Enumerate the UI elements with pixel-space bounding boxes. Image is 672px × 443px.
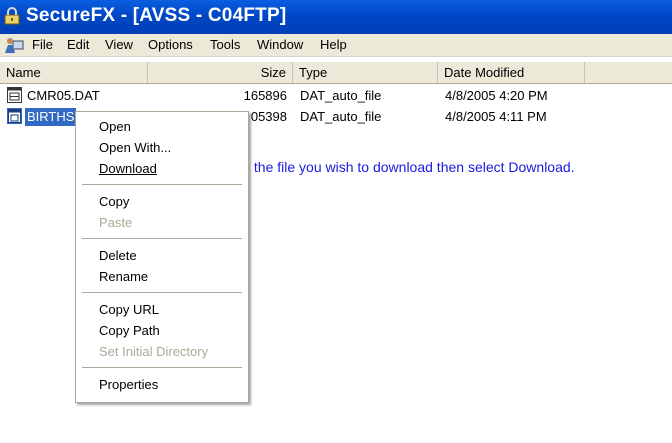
file-size: 165896 <box>243 88 287 103</box>
column-header-name[interactable]: Name <box>0 62 148 83</box>
column-header-row: Name Size Type Date Modified <box>0 61 672 84</box>
menu-bar: File Edit View Options Tools Window Help <box>0 34 672 57</box>
column-header-size[interactable]: Size <box>148 62 293 83</box>
menu-item-rename[interactable]: Rename <box>99 269 148 284</box>
menu-options[interactable]: Options <box>148 37 193 52</box>
user-computer-icon[interactable] <box>4 36 24 54</box>
menu-separator <box>82 184 242 185</box>
column-header-type[interactable]: Type <box>293 62 438 83</box>
dat-file-icon <box>7 108 22 124</box>
menu-item-paste: Paste <box>99 215 133 230</box>
menu-item-open-with[interactable]: Open With... <box>99 140 171 155</box>
menu-edit[interactable]: Edit <box>67 37 89 52</box>
file-type: DAT_auto_file <box>300 88 382 103</box>
dat-file-icon <box>7 87 22 103</box>
menu-file[interactable]: File <box>32 37 53 52</box>
table-row[interactable]: CMR05.DAT 165896 DAT_auto_file 4/8/2005 … <box>0 86 672 106</box>
menu-item-open[interactable]: Open <box>99 119 131 134</box>
file-name: CMR05.DAT <box>27 88 100 103</box>
file-date-modified: 4/8/2005 4:20 PM <box>445 88 548 103</box>
menu-item-copy-url[interactable]: Copy URL <box>99 302 159 317</box>
window-title: SecureFX - [AVSS - C04FTP] <box>26 5 287 26</box>
menu-view[interactable]: View <box>105 37 133 52</box>
context-menu: Open Open With... Download Copy Paste De… <box>75 111 249 403</box>
menu-item-download[interactable]: Download <box>99 161 157 176</box>
menu-separator <box>82 367 242 368</box>
column-header-filler <box>585 62 672 83</box>
securefx-app-icon <box>4 7 20 25</box>
menu-item-set-initial-directory: Set Initial Directory <box>99 344 209 359</box>
menu-item-properties[interactable]: Properties <box>99 377 158 392</box>
menu-item-copy[interactable]: Copy <box>99 194 129 209</box>
menu-separator <box>82 238 242 239</box>
menu-tools[interactable]: Tools <box>210 37 240 52</box>
file-name-selected: BIRTHS <box>25 108 77 126</box>
file-date-modified: 4/8/2005 4:11 PM <box>445 109 547 124</box>
file-type: DAT_auto_file <box>300 109 382 124</box>
title-bar: SecureFX - [AVSS - C04FTP] <box>0 0 672 34</box>
menu-help[interactable]: Help <box>320 37 347 52</box>
menu-item-copy-path[interactable]: Copy Path <box>99 323 160 338</box>
menu-item-delete[interactable]: Delete <box>99 248 137 263</box>
menu-window[interactable]: Window <box>257 37 303 52</box>
column-header-date-modified[interactable]: Date Modified <box>438 62 585 83</box>
menu-separator <box>82 292 242 293</box>
